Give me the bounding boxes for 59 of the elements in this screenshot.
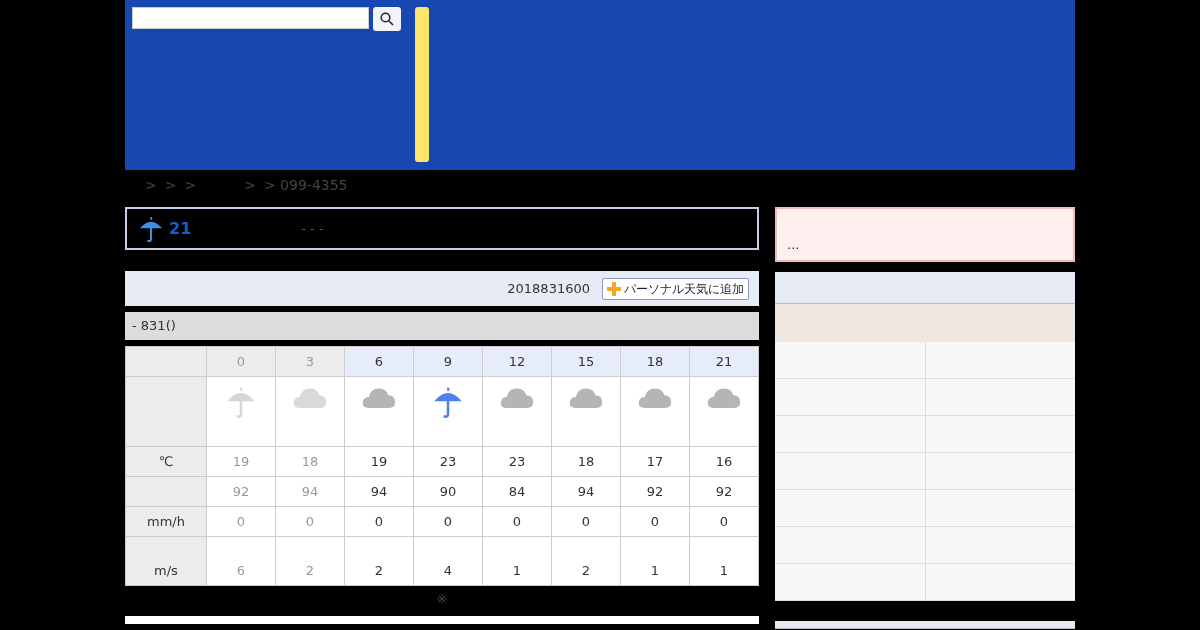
row-label: m/s <box>154 562 178 578</box>
table-cell: 23 <box>413 446 483 477</box>
table-cell: 0 <box>206 506 276 537</box>
table-cell: 0 <box>413 506 483 537</box>
search-icon <box>380 12 394 26</box>
hour-header: 18 <box>620 346 690 377</box>
search-button[interactable] <box>373 7 401 31</box>
table-cell: 84 <box>482 476 552 507</box>
breadcrumb-link[interactable]: > <box>145 174 157 196</box>
breadcrumb-link[interactable]: > 099-4355 <box>263 174 348 196</box>
table-cell: 0 <box>275 506 345 537</box>
table-cell: 94 <box>344 476 414 507</box>
plus-icon <box>607 281 621 296</box>
table-cell: 94 <box>551 476 621 507</box>
table-cell: 90 <box>413 476 483 507</box>
hour-header: 9 <box>413 346 483 377</box>
table-cell: 18 <box>551 446 621 477</box>
table-cell: 18 <box>275 446 345 477</box>
table-cell: 1 <box>689 536 759 586</box>
hour-header: 3 <box>275 346 345 377</box>
table-cell: 2 <box>551 536 621 586</box>
search-field[interactable] <box>132 7 369 29</box>
add-personal-weather-button[interactable]: パーソナル天気に追加 <box>602 277 749 300</box>
hour-header: 0 <box>206 346 276 377</box>
table-cell: 1 <box>482 536 552 586</box>
breadcrumb-link[interactable]: > <box>164 174 177 196</box>
table-cell: 2 <box>275 536 345 586</box>
day-title-bar: - 831() <box>125 312 759 340</box>
table-cell: 0 <box>551 506 621 537</box>
table-cell: 94 <box>275 476 345 507</box>
hour-header: 15 <box>551 346 621 377</box>
breadcrumb-link[interactable]: > <box>244 174 256 196</box>
table-cell: 92 <box>689 476 759 507</box>
note-text: ※ <box>435 590 449 608</box>
hour-header: 12 <box>482 346 552 377</box>
table-cell: 92 <box>620 476 690 507</box>
row-label: ℃ <box>158 453 174 469</box>
table-cell: 0 <box>620 506 690 537</box>
table-cell: 19 <box>344 446 414 477</box>
breadcrumb-link[interactable]: > <box>184 174 197 196</box>
table-cell: 17 <box>620 446 690 477</box>
more-link[interactable]: ... <box>787 234 800 254</box>
table-cell: 92 <box>206 476 276 507</box>
table-cell: 19 <box>206 446 276 477</box>
table-cell: 0 <box>482 506 552 537</box>
table-cell: 23 <box>482 446 552 477</box>
issued-time-text: 2018831600 <box>507 279 590 298</box>
row-label: mm/h <box>147 513 185 529</box>
table-cell: 0 <box>344 506 414 537</box>
table-cell: 16 <box>689 446 759 477</box>
hour-header: 21 <box>689 346 759 377</box>
temperature-text: 21 <box>169 217 192 240</box>
table-cell: 0 <box>689 506 759 537</box>
table-cell: 6 <box>206 536 276 586</box>
table-cell: 4 <box>413 536 483 586</box>
table-cell: 1 <box>620 536 690 586</box>
weather-detail-text: - - - <box>301 219 324 238</box>
table-cell: 2 <box>344 536 414 586</box>
hour-header: 6 <box>344 346 414 377</box>
